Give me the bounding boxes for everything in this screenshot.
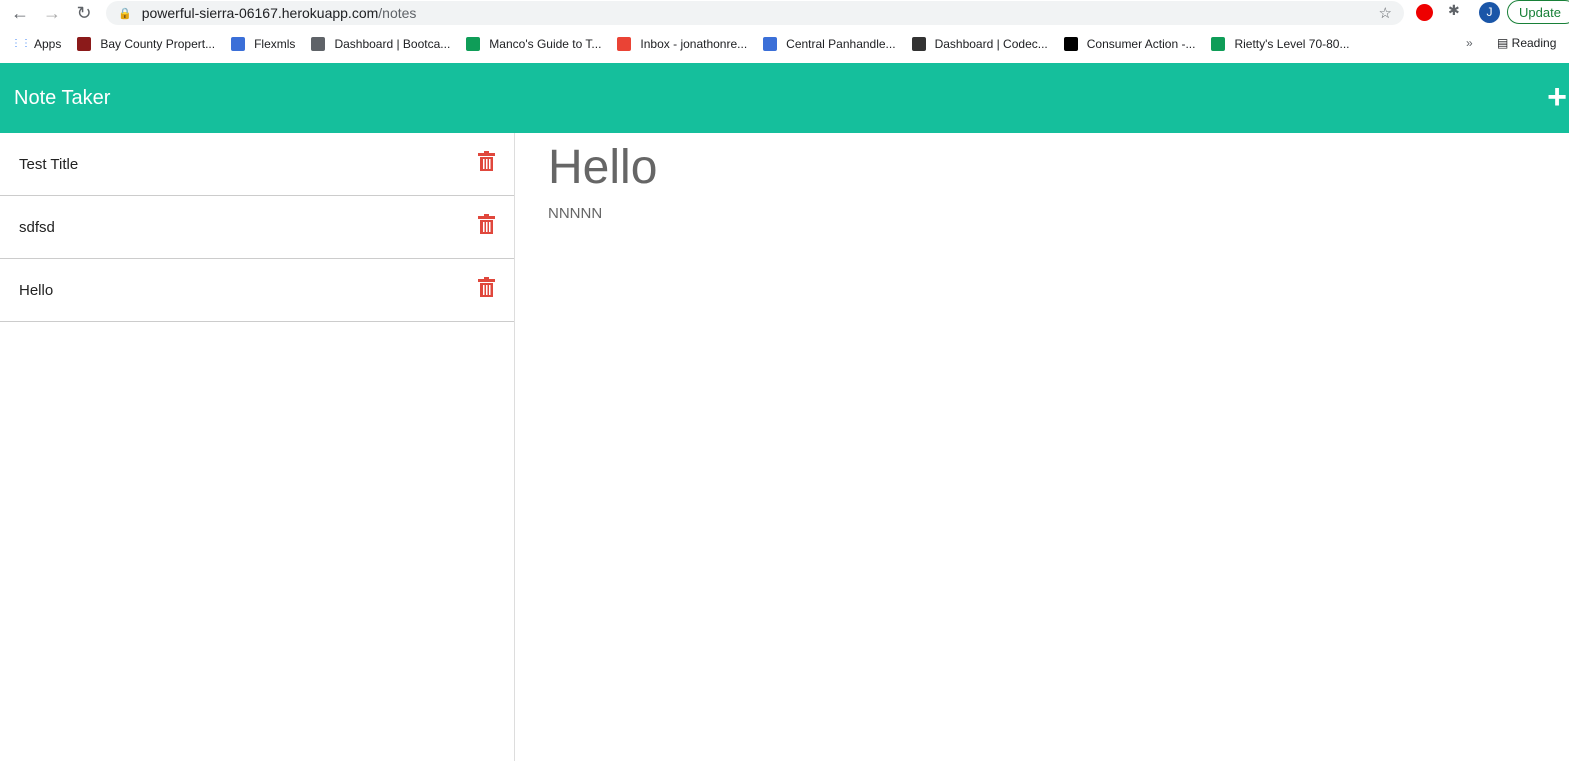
note-title: Test Title bbox=[19, 155, 79, 173]
reading-list-label: Reading bbox=[1511, 36, 1557, 50]
bookmark-favicon-icon bbox=[231, 37, 246, 51]
profile-avatar[interactable]: J bbox=[1479, 2, 1500, 23]
bookmark-label: Bay County Propert... bbox=[100, 37, 216, 51]
bookmark-item[interactable]: Manco's Guide to T... bbox=[466, 37, 601, 51]
lock-icon: 🔒 bbox=[118, 7, 132, 20]
bookmark-favicon-icon bbox=[911, 37, 926, 51]
bookmark-label: Consumer Action -... bbox=[1086, 37, 1196, 51]
bookmark-item[interactable]: Dashboard | Codec... bbox=[911, 37, 1048, 51]
bookmark-item[interactable]: Flexmls bbox=[231, 37, 295, 51]
bookmark-favicon-icon bbox=[763, 37, 778, 51]
reading-list-button[interactable]: ▤ Reading bbox=[1497, 36, 1556, 50]
bookmark-label: Inbox - jonathonre... bbox=[640, 37, 748, 51]
reload-icon[interactable]: ↻ bbox=[73, 3, 95, 24]
app-header: Note Taker + bbox=[0, 63, 1569, 133]
delete-trash-icon[interactable] bbox=[478, 214, 495, 234]
bookmark-item[interactable]: Rietty's Level 70-80... bbox=[1211, 37, 1349, 51]
app-title: Note Taker bbox=[14, 86, 111, 109]
note-title-input[interactable] bbox=[548, 140, 1448, 195]
forward-icon[interactable]: → bbox=[41, 3, 63, 24]
bookmark-item[interactable]: Central Panhandle... bbox=[763, 37, 896, 51]
bookmark-label: Apps bbox=[34, 37, 62, 51]
delete-trash-icon[interactable] bbox=[478, 151, 495, 171]
bookmark-item[interactable]: Dashboard | Bootca... bbox=[311, 37, 450, 51]
bookmark-favicon-icon bbox=[1211, 37, 1226, 51]
bookmark-item[interactable]: ⋮⋮ Apps bbox=[11, 37, 61, 51]
bookmark-favicon-icon bbox=[77, 37, 92, 51]
bookmark-star-icon[interactable]: ☆ bbox=[1379, 4, 1392, 22]
bookmark-label: Rietty's Level 70-80... bbox=[1234, 37, 1350, 51]
bookmark-label: Flexmls bbox=[254, 37, 296, 51]
bookmark-favicon-icon bbox=[617, 37, 632, 51]
bookmark-label: Central Panhandle... bbox=[786, 37, 896, 51]
bookmark-favicon-icon bbox=[1063, 37, 1078, 51]
list-item[interactable]: Test Title bbox=[0, 133, 514, 196]
new-note-plus-icon[interactable]: + bbox=[1547, 77, 1567, 117]
note-text-area[interactable]: NNNNN bbox=[548, 205, 1448, 605]
note-title: sdfsd bbox=[19, 218, 55, 236]
bookmark-item[interactable]: Consumer Action -... bbox=[1063, 37, 1196, 51]
bookmark-item[interactable]: Inbox - jonathonre... bbox=[617, 37, 747, 51]
adblock-extension-icon[interactable] bbox=[1416, 4, 1433, 21]
url-host: powerful-sierra-06167.herokuapp.com bbox=[141, 5, 379, 21]
bookmark-favicon-icon bbox=[311, 37, 326, 51]
bookmark-label: Dashboard | Bootca... bbox=[334, 37, 451, 51]
bookmarks-bar: ⋮⋮ Apps Bay County Propert... Flexmls Dashbo… bbox=[0, 31, 1569, 57]
delete-trash-icon[interactable] bbox=[478, 277, 495, 297]
reading-list-icon: ▤ bbox=[1497, 36, 1512, 50]
address-bar[interactable]: 🔒 powerful-sierra-06167.herokuapp.com/no… bbox=[106, 1, 1404, 25]
browser-toolbar: ← → ↻ 🔒 powerful-sierra-06167.herokuapp.… bbox=[0, 0, 1569, 31]
note-title: Hello bbox=[19, 281, 54, 299]
back-icon[interactable]: ← bbox=[9, 3, 31, 24]
notes-list: Test Title sdfsd Hello bbox=[0, 133, 515, 761]
list-item[interactable]: Hello bbox=[0, 259, 514, 322]
bookmark-favicon-icon: ⋮⋮ bbox=[11, 38, 31, 49]
update-button[interactable]: Update bbox=[1507, 0, 1569, 24]
extensions-puzzle-icon[interactable]: ✱ bbox=[1448, 2, 1460, 19]
bookmark-item[interactable]: Bay County Propert... bbox=[77, 37, 215, 51]
bookmark-favicon-icon bbox=[466, 37, 481, 51]
bookmarks-overflow-button[interactable]: » bbox=[1466, 36, 1473, 50]
note-editor: NNNNN bbox=[548, 140, 1569, 610]
list-item[interactable]: sdfsd bbox=[0, 196, 514, 259]
bookmark-label: Dashboard | Codec... bbox=[934, 37, 1048, 51]
url-path: /notes bbox=[378, 5, 417, 21]
bookmark-label: Manco's Guide to T... bbox=[489, 37, 602, 51]
